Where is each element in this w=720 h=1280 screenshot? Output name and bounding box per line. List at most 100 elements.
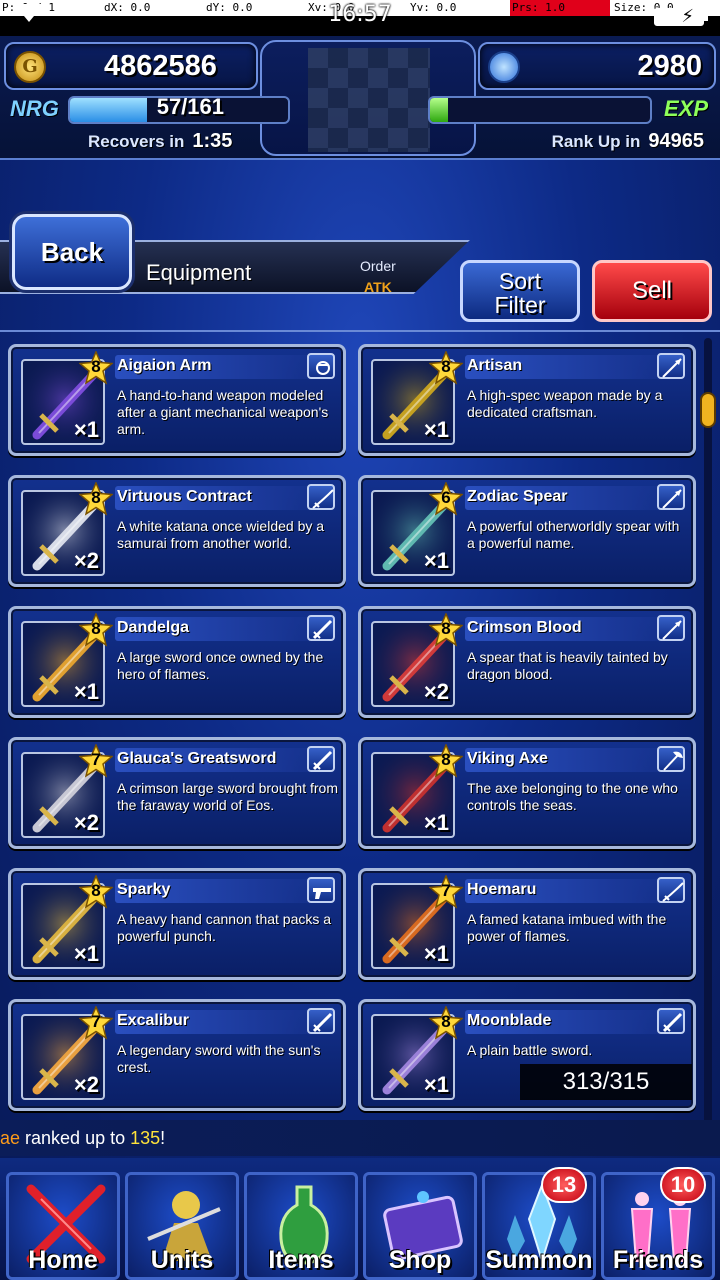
- sell-button[interactable]: Sell: [592, 260, 712, 322]
- rarity-star-icon: 8: [428, 612, 464, 647]
- item-description: A plain battle sword.: [467, 1042, 593, 1058]
- news-ticker: ae ranked up to 135!: [0, 1120, 720, 1156]
- item-name: Virtuous Contract: [117, 488, 252, 505]
- recovers-time: 1:35: [192, 130, 233, 152]
- equipment-card[interactable]: ×1 7 Hoemaru A famed katana imbued with …: [358, 868, 696, 980]
- rarity-value: 8: [441, 619, 451, 638]
- sword-icon: [307, 615, 335, 641]
- nav-label: Shop: [388, 1246, 452, 1274]
- lapis-amount: 2980: [637, 50, 702, 82]
- scrollbar-track[interactable]: [704, 338, 712, 1128]
- rarity-value: 8: [91, 881, 101, 900]
- nav-label: Summon: [485, 1246, 593, 1274]
- sword-icon: [657, 1008, 685, 1034]
- gil-amount: 4862586: [104, 50, 217, 82]
- item-description: A crimson large sword brought from the f…: [117, 780, 338, 813]
- nav-label: Friends: [612, 1246, 704, 1274]
- exp-track: [428, 96, 652, 124]
- equipment-card[interactable]: ×1 8 Sparky A heavy hand cannon that pac…: [8, 868, 346, 980]
- recovers-label: Recovers in: [88, 132, 185, 151]
- equipment-card[interactable]: ×1 8 Viking Axe The axe belonging to the…: [358, 737, 696, 849]
- item-quantity: ×1: [423, 941, 449, 966]
- nrg-label: NRG: [10, 96, 59, 121]
- rarity-star-icon: 7: [78, 743, 114, 778]
- equipment-card[interactable]: ×1 8 Dandelga A large sword once owned b…: [8, 606, 346, 718]
- rarity-star-icon: 6: [428, 481, 464, 516]
- equipment-card[interactable]: ×2 8 Crimson Blood A spear that is heavi…: [358, 606, 696, 718]
- status-clock: 16:57: [328, 2, 392, 27]
- rarity-star-icon: 8: [428, 350, 464, 385]
- nav-shop-button[interactable]: Shop: [363, 1172, 477, 1280]
- rarity-star-icon: 8: [78, 612, 114, 647]
- nav-units-button[interactable]: Units: [125, 1172, 239, 1280]
- charging-icon: ⚡: [681, 6, 694, 27]
- rarity-value: 8: [441, 1012, 451, 1031]
- scrollbar-thumb[interactable]: [700, 392, 716, 428]
- nrg-fill: [70, 98, 148, 122]
- exp-fill: [430, 98, 448, 122]
- nav-label: Items: [268, 1246, 334, 1274]
- item-name: Artisan: [467, 357, 523, 374]
- inventory-capacity: 313/315: [520, 1064, 692, 1100]
- nav-friends-button[interactable]: Friends 10: [601, 1167, 715, 1280]
- item-description: A powerful otherworldly spear with a pow…: [467, 518, 680, 551]
- item-description: A white katana once wielded by a samurai…: [117, 518, 325, 551]
- sword-icon: [307, 1008, 335, 1034]
- nav-home-button[interactable]: Home: [6, 1172, 120, 1280]
- item-description: A famed katana imbued with the power of …: [467, 911, 667, 944]
- equipment-grid[interactable]: ×1 8 Aigaion Arm A hand-to-hand weapon m…: [8, 324, 698, 1114]
- rarity-value: 8: [441, 750, 451, 769]
- gil-coin-icon: G: [14, 51, 46, 83]
- item-quantity: ×1: [73, 941, 99, 966]
- equipment-card[interactable]: ×1 6 Zodiac Spear A powerful otherworldl…: [358, 475, 696, 587]
- battery-icon: [654, 8, 708, 26]
- item-name: Dandelga: [117, 619, 190, 636]
- item-quantity: ×1: [423, 810, 449, 835]
- lapis-panel[interactable]: 2980: [478, 42, 716, 90]
- item-description: A legendary sword with the sun's crest.: [117, 1042, 321, 1075]
- notification-badge: 10: [660, 1167, 706, 1203]
- equipment-card[interactable]: ×2 7 Glauca's Greatsword A crimson large…: [8, 737, 346, 849]
- rarity-star-icon: 8: [428, 1005, 464, 1040]
- item-quantity: ×1: [423, 1072, 449, 1097]
- ticker-value: 135: [130, 1128, 161, 1148]
- katana-icon: [307, 484, 335, 510]
- item-description: A high-spec weapon made by a dedicated c…: [467, 387, 663, 420]
- item-name: Excalibur: [117, 1012, 190, 1029]
- item-quantity: ×2: [73, 810, 99, 835]
- item-name: Hoemaru: [467, 881, 537, 898]
- rarity-star-icon: 7: [78, 1005, 114, 1040]
- item-quantity: ×1: [423, 417, 449, 442]
- item-description: A hand-to-hand weapon modeled after a gi…: [117, 387, 329, 437]
- item-quantity: ×2: [73, 548, 99, 573]
- equipment-screen: Back Equipment Order ATK Sort Filter Sel…: [0, 160, 720, 1160]
- nav-items-button[interactable]: Items: [244, 1172, 358, 1280]
- equipment-card[interactable]: ×2 8 Virtuous Contract A white katana on…: [8, 475, 346, 587]
- rank-value: 94965: [648, 130, 704, 152]
- rarity-value: 8: [91, 357, 101, 376]
- equipment-card[interactable]: ×2 7 Excalibur A legendary sword with th…: [8, 999, 346, 1111]
- item-quantity: ×1: [73, 679, 99, 704]
- axe-icon: [657, 746, 685, 772]
- equipment-card[interactable]: ×1 8 Aigaion Arm A hand-to-hand weapon m…: [8, 344, 346, 456]
- rarity-value: 8: [91, 619, 101, 638]
- item-quantity: ×2: [423, 679, 449, 704]
- equipment-card[interactable]: ×1 8 Artisan A high-spec weapon made by …: [358, 344, 696, 456]
- nrg-recover-timer: Recovers in 1:35: [88, 130, 232, 153]
- rarity-value: 7: [91, 750, 101, 769]
- nav-summon-button[interactable]: Summon 13: [482, 1167, 596, 1280]
- item-name: Aigaion Arm: [117, 357, 212, 374]
- item-name: Viking Axe: [467, 750, 548, 767]
- rarity-star-icon: 8: [78, 481, 114, 516]
- order-label: Order: [360, 258, 396, 274]
- sword-icon: [307, 746, 335, 772]
- resource-hud: G 4862586 2980 NRG 57/161 EXP Recovers i…: [0, 36, 720, 160]
- item-name: Sparky: [117, 881, 171, 898]
- back-button[interactable]: Back: [12, 214, 132, 290]
- sort-filter-button[interactable]: Sort Filter: [460, 260, 580, 322]
- item-description: The axe belonging to the one who control…: [467, 780, 678, 813]
- order-value: ATK: [364, 279, 392, 295]
- katana-icon: [657, 877, 685, 903]
- item-name: Crimson Blood: [467, 619, 582, 636]
- exp-label: EXP: [663, 96, 708, 121]
